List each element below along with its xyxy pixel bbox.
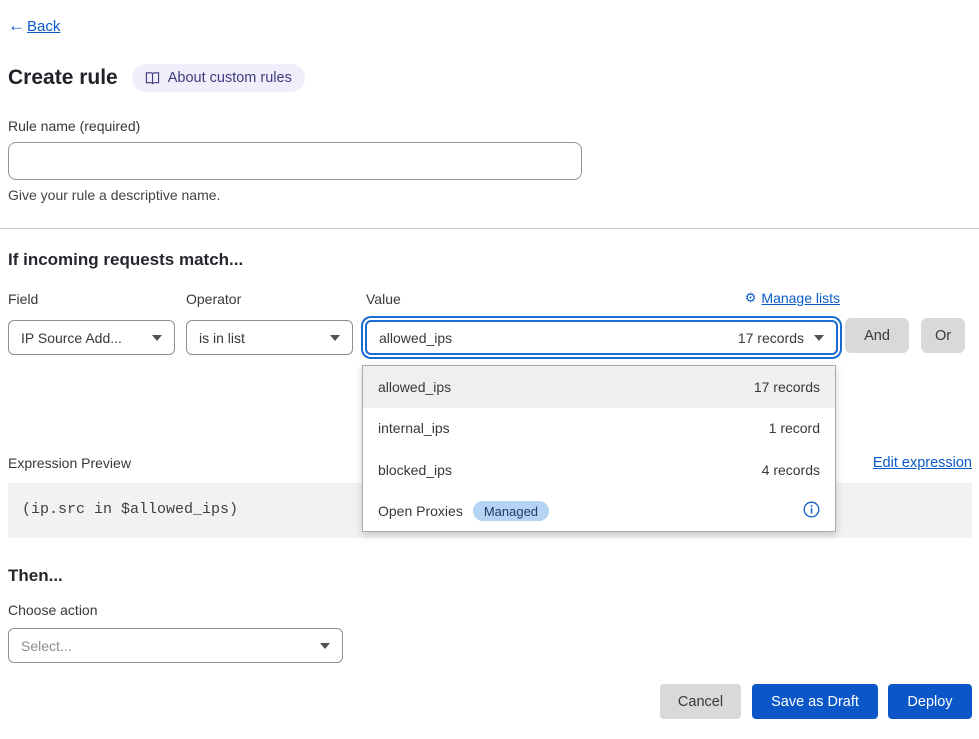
operator-select-value: is in list (199, 330, 245, 346)
operator-select[interactable]: is in list (186, 320, 353, 355)
create-rule-page: ←Back Create rule About custom rules Rul… (0, 0, 979, 739)
match-section-heading: If incoming requests match... (8, 250, 243, 270)
chevron-down-icon (152, 335, 162, 341)
book-icon (145, 71, 160, 85)
about-badge-label: About custom rules (168, 70, 292, 86)
list-item-name: blocked_ips (378, 462, 452, 478)
title-row: Create rule About custom rules (8, 64, 305, 92)
value-select-record-count: 17 records (738, 330, 804, 346)
chevron-down-icon (320, 643, 330, 649)
list-item-count: 1 record (769, 420, 820, 436)
back-link-label: Back (27, 18, 60, 35)
expression-preview-label: Expression Preview (8, 455, 131, 471)
list-item-name: Open Proxies (378, 503, 463, 519)
list-item-open-proxies[interactable]: Open Proxies Managed (363, 491, 835, 533)
chevron-down-icon (330, 335, 340, 341)
section-divider (0, 228, 979, 229)
value-label: Value (366, 291, 401, 307)
choose-action-label: Choose action (8, 602, 98, 618)
edit-expression-link[interactable]: Edit expression (873, 455, 972, 471)
field-select-value: IP Source Add... (21, 330, 122, 346)
then-section-heading: Then... (8, 566, 63, 586)
list-item-blocked-ips[interactable]: blocked_ips 4 records (363, 449, 835, 491)
info-icon[interactable] (803, 501, 820, 521)
cancel-button[interactable]: Cancel (660, 684, 741, 719)
expression-code: (ip.src in $allowed_ips) (22, 501, 238, 518)
value-select[interactable]: allowed_ips 17 records (365, 320, 838, 355)
list-item-name: internal_ips (378, 420, 450, 436)
field-select[interactable]: IP Source Add... (8, 320, 175, 355)
managed-badge: Managed (473, 501, 549, 521)
manage-lists-link[interactable]: ⚙ Manage lists (745, 290, 840, 306)
about-custom-rules-link[interactable]: About custom rules (132, 64, 305, 92)
list-item-allowed-ips[interactable]: allowed_ips 17 records (363, 366, 835, 408)
save-as-draft-button[interactable]: Save as Draft (752, 684, 878, 719)
and-button[interactable]: And (845, 318, 909, 353)
back-arrow-icon: ← (8, 16, 25, 36)
value-dropdown-panel: allowed_ips 17 records internal_ips 1 re… (362, 365, 836, 532)
list-item-internal-ips[interactable]: internal_ips 1 record (363, 408, 835, 450)
field-label: Field (8, 291, 38, 307)
rule-name-label: Rule name (required) (8, 118, 140, 134)
operator-label: Operator (186, 291, 241, 307)
page-title: Create rule (8, 66, 118, 90)
list-item-count: 17 records (754, 379, 820, 395)
value-select-selected: allowed_ips (379, 330, 452, 346)
gear-icon: ⚙ (745, 290, 757, 306)
manage-lists-label: Manage lists (761, 290, 840, 306)
list-item-count: 4 records (762, 462, 820, 478)
action-select-placeholder: Select... (21, 638, 72, 654)
rule-name-helper: Give your rule a descriptive name. (8, 187, 220, 203)
action-select[interactable]: Select... (8, 628, 343, 663)
chevron-down-icon (814, 335, 824, 341)
back-link[interactable]: ←Back (8, 16, 60, 36)
or-button[interactable]: Or (921, 318, 965, 353)
rule-name-input[interactable] (8, 142, 582, 180)
deploy-button[interactable]: Deploy (888, 684, 972, 719)
list-item-name: allowed_ips (378, 379, 451, 395)
